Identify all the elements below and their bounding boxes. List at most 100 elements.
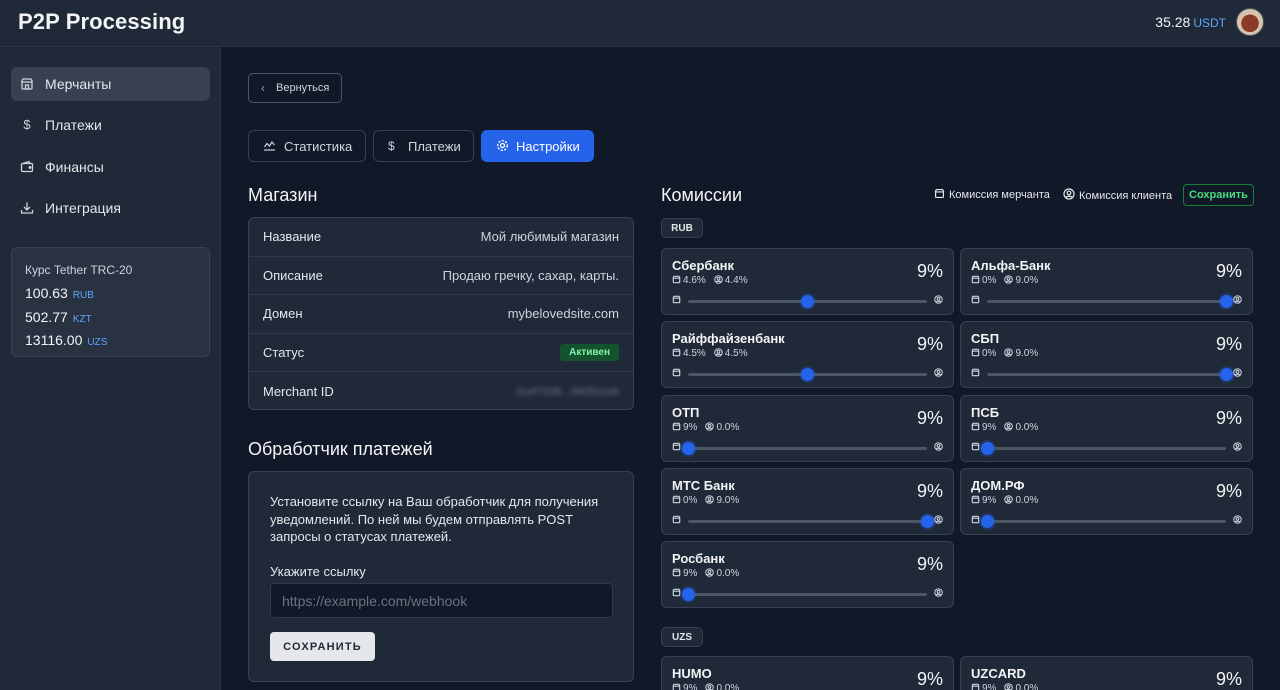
- store-icon: [672, 422, 681, 433]
- client-fee: 0.0%: [716, 568, 740, 579]
- client-fee: 9.0%: [716, 495, 740, 506]
- sidebar-item-finance[interactable]: Финансы: [11, 150, 210, 184]
- currency-chip-uzs: UZS: [661, 627, 703, 647]
- merchant-fee: 0%: [982, 348, 997, 359]
- client-fee: 4.5%: [724, 348, 748, 359]
- legend-client: Комиссия клиента: [1063, 188, 1172, 203]
- user-circle-icon: [1004, 275, 1014, 286]
- store-icon: [672, 515, 681, 526]
- store-icon: [672, 275, 681, 286]
- sidebar-item-integration[interactable]: Интеграция: [11, 191, 210, 225]
- webhook-save-button[interactable]: СОХРАНИТЬ: [270, 632, 375, 661]
- bank-total-commission: 9%: [916, 334, 943, 354]
- client-fee: 4.4%: [724, 275, 748, 286]
- legend-merchant: Комиссия мерчанта: [934, 188, 1050, 202]
- download-icon: [20, 201, 34, 215]
- bank-commission-card: Сбербанк 9% 4.6% 4.4%: [661, 248, 954, 315]
- slider-thumb[interactable]: [920, 515, 934, 528]
- bank-total-commission: 9%: [916, 481, 943, 501]
- slider-thumb[interactable]: [1219, 368, 1233, 381]
- sidebar: Мерчанты $ Платежи Финансы Интеграция Ку…: [0, 47, 221, 690]
- bank-name: HUMO: [672, 666, 712, 681]
- commission-slider[interactable]: [688, 515, 934, 528]
- dollar-icon: $: [388, 139, 395, 153]
- bank-total-commission: 9%: [1215, 408, 1242, 428]
- slider-thumb[interactable]: [801, 295, 814, 308]
- user-circle-icon: [934, 295, 943, 307]
- slider-thumb[interactable]: [980, 442, 994, 455]
- client-fee: 0.0%: [1015, 422, 1039, 433]
- row-value: Мой любимый магазин: [480, 229, 619, 245]
- user-circle-icon: [705, 495, 715, 506]
- webhook-url-label: Укажите ссылку: [270, 564, 366, 579]
- commission-slider[interactable]: [688, 295, 927, 308]
- sidebar-item-label: Финансы: [45, 159, 104, 175]
- commission-slider[interactable]: [987, 368, 1233, 381]
- sidebar-item-label: Платежи: [45, 117, 102, 133]
- back-button-label: Вернуться: [276, 82, 330, 94]
- bank-commission-card: СБП 9% 0% 9.0%: [960, 321, 1253, 388]
- rate-value: 502.77: [25, 308, 68, 325]
- merchant-fee: 4.5%: [683, 348, 706, 359]
- commission-slider[interactable]: [681, 442, 927, 455]
- bank-total-commission: 9%: [1215, 334, 1242, 354]
- store-icon: [20, 77, 34, 91]
- bank-total-commission: 9%: [1215, 261, 1242, 281]
- bank-name: ПСБ: [971, 405, 1000, 420]
- commission-slider[interactable]: [688, 368, 927, 381]
- commission-slider[interactable]: [980, 442, 1226, 455]
- bank-name: Сбербанк: [672, 258, 735, 273]
- rate-currency: RUB: [72, 290, 94, 301]
- slider-thumb[interactable]: [681, 588, 695, 601]
- sidebar-item-label: Интеграция: [45, 200, 121, 216]
- slider-thumb[interactable]: [1219, 295, 1233, 308]
- sidebar-item-payments[interactable]: $ Платежи: [11, 108, 210, 142]
- slider-thumb[interactable]: [801, 368, 814, 381]
- exchange-rate-card: Курс Tether TRC-20 100.63 RUB 502.77 KZT 1…: [11, 247, 210, 357]
- tab-payments[interactable]: $ Платежи: [373, 130, 474, 162]
- tab-statistics[interactable]: Статистика: [248, 130, 366, 162]
- store-info-table: Название Мой любимый магазин Описание Пр…: [248, 217, 634, 410]
- chart-icon: [263, 139, 276, 155]
- bank-fee-breakdown: 9% 0.0%: [672, 683, 739, 690]
- store-icon: [971, 368, 980, 379]
- user-circle-icon: [1233, 368, 1242, 380]
- bank-fee-breakdown: 0% 9.0%: [971, 275, 1038, 286]
- bank-fee-breakdown: 9% 0.0%: [672, 422, 739, 433]
- commission-slider[interactable]: [987, 295, 1233, 308]
- bank-name: Альфа-Банк: [971, 258, 1051, 273]
- bank-name: UZCARD: [971, 666, 1026, 681]
- commission-slider[interactable]: [681, 588, 927, 601]
- client-fee: 9.0%: [1015, 275, 1039, 286]
- bank-fee-breakdown: 9% 0.0%: [971, 683, 1038, 690]
- slider-thumb[interactable]: [980, 515, 994, 528]
- user-circle-icon: [705, 683, 715, 690]
- row-key: Статус: [263, 345, 305, 361]
- rate-row-rub: 100.63 RUB: [25, 283, 209, 307]
- bank-fee-breakdown: 0% 9.0%: [672, 495, 739, 506]
- store-icon: [971, 495, 980, 506]
- store-icon: [672, 295, 681, 306]
- merchant-fee: 9%: [982, 683, 997, 690]
- currency-chip-rub: RUB: [661, 218, 703, 238]
- back-button[interactable]: ‹ Вернуться: [248, 73, 342, 103]
- bank-commission-card: UZCARD 9% 9% 0.0%: [960, 656, 1253, 690]
- client-fee: 0.0%: [1015, 495, 1039, 506]
- commissions-save-button[interactable]: Сохранить: [1183, 184, 1254, 206]
- commission-slider[interactable]: [980, 515, 1226, 528]
- bank-total-commission: 9%: [916, 408, 943, 428]
- rate-row-uzs: 13116.00 UZS: [25, 330, 209, 354]
- slider-thumb[interactable]: [681, 442, 695, 455]
- store-icon: [672, 495, 681, 506]
- user-circle-icon: [934, 588, 943, 600]
- user-circle-icon: [1004, 683, 1014, 690]
- row-key: Merchant ID: [263, 384, 334, 400]
- webhook-url-input[interactable]: [270, 583, 613, 618]
- merchant-fee: 0%: [683, 495, 698, 506]
- tab-settings[interactable]: Настройки: [481, 130, 594, 162]
- wallet-icon: [20, 160, 34, 174]
- sidebar-item-merchants[interactable]: Мерчанты: [11, 67, 210, 101]
- user-circle-icon: [934, 442, 943, 454]
- avatar[interactable]: [1236, 8, 1264, 36]
- store-icon: [971, 442, 980, 453]
